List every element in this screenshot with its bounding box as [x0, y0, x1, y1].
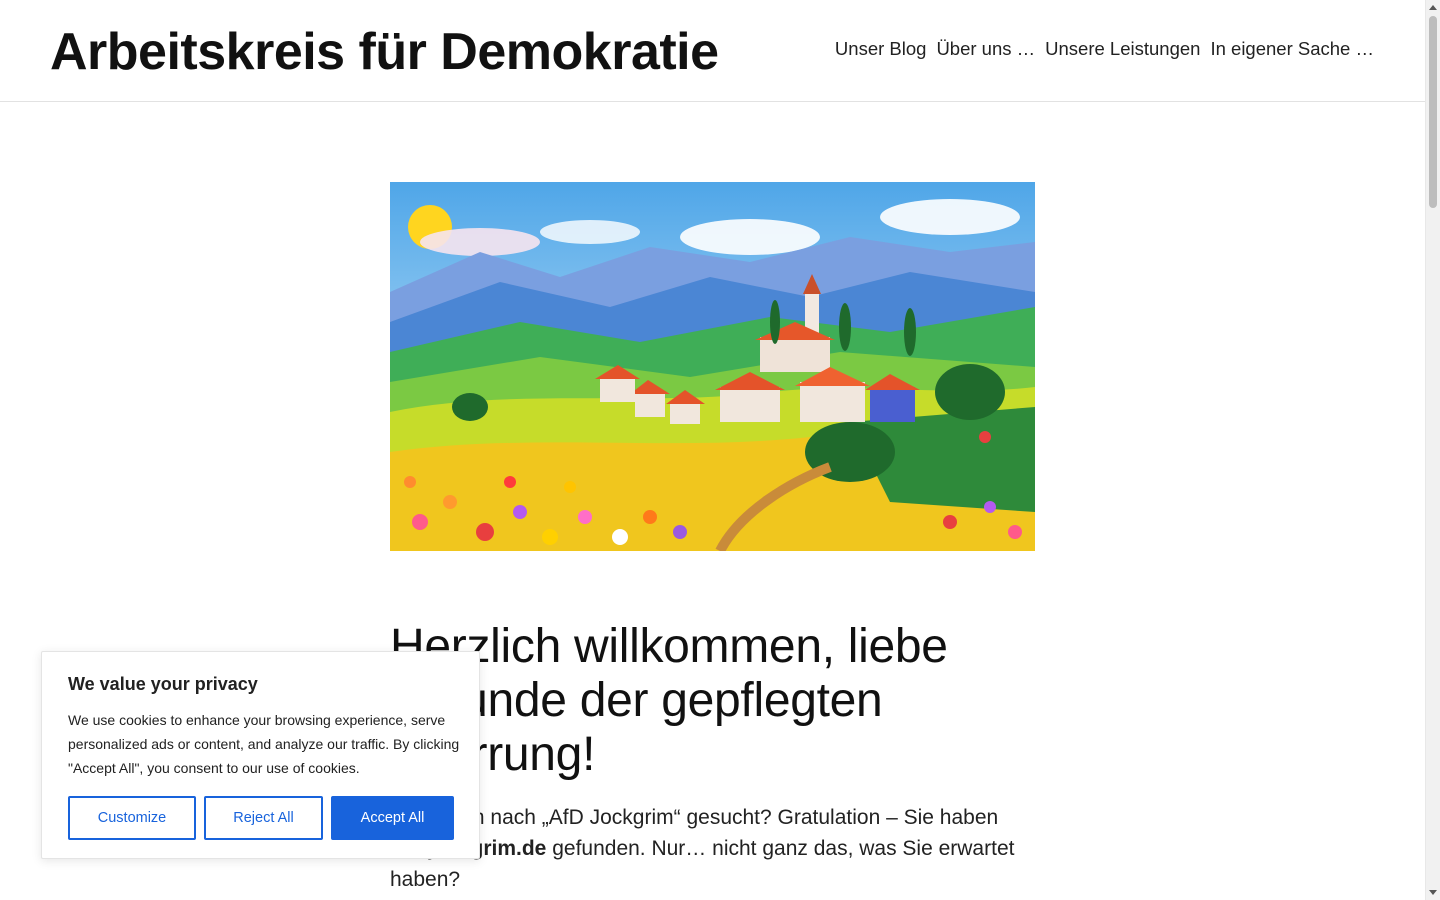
nav-item-about[interactable]: Über uns … [936, 38, 1035, 60]
hero-image [390, 182, 1035, 551]
cookie-banner-title: We value your privacy [68, 674, 258, 694]
scroll-down-arrow-icon[interactable] [1429, 890, 1437, 895]
intro-text-prefix: Sie haben nach „AfD Jockgrim“ gesucht? G… [390, 806, 999, 829]
nav-item-own-matter[interactable]: In eigener Sache … [1210, 38, 1374, 60]
scrollbar-thumb[interactable] [1429, 16, 1437, 208]
village-landscape-illustration [390, 182, 1035, 551]
intro-paragraph: Sie haben nach „AfD Jockgrim“ gesucht? G… [390, 802, 1030, 895]
nav-item-blog[interactable]: Unser Blog [835, 38, 927, 60]
site-title[interactable]: Arbeitskreis für Demokratie [50, 22, 719, 82]
scroll-up-arrow-icon[interactable] [1429, 5, 1437, 10]
site-header: Arbeitskreis für Demokratie Unser Blog Ü… [0, 0, 1425, 102]
cookie-consent-banner: We value your privacy We use cookies to … [41, 651, 480, 859]
cookie-banner-text: We use cookies to enhance your browsing … [68, 712, 460, 776]
accept-all-button[interactable]: Accept All [331, 796, 454, 840]
reject-all-button[interactable]: Reject All [204, 796, 323, 840]
main-nav: Unser Blog Über uns … Unsere Leistungen … [835, 38, 1374, 60]
nav-item-services[interactable]: Unsere Leistungen [1045, 38, 1200, 60]
customize-button[interactable]: Customize [68, 796, 196, 840]
page-headline: Herzlich willkommen, liebe Freunde der g… [390, 620, 948, 781]
page-scrollbar[interactable] [1425, 0, 1440, 900]
